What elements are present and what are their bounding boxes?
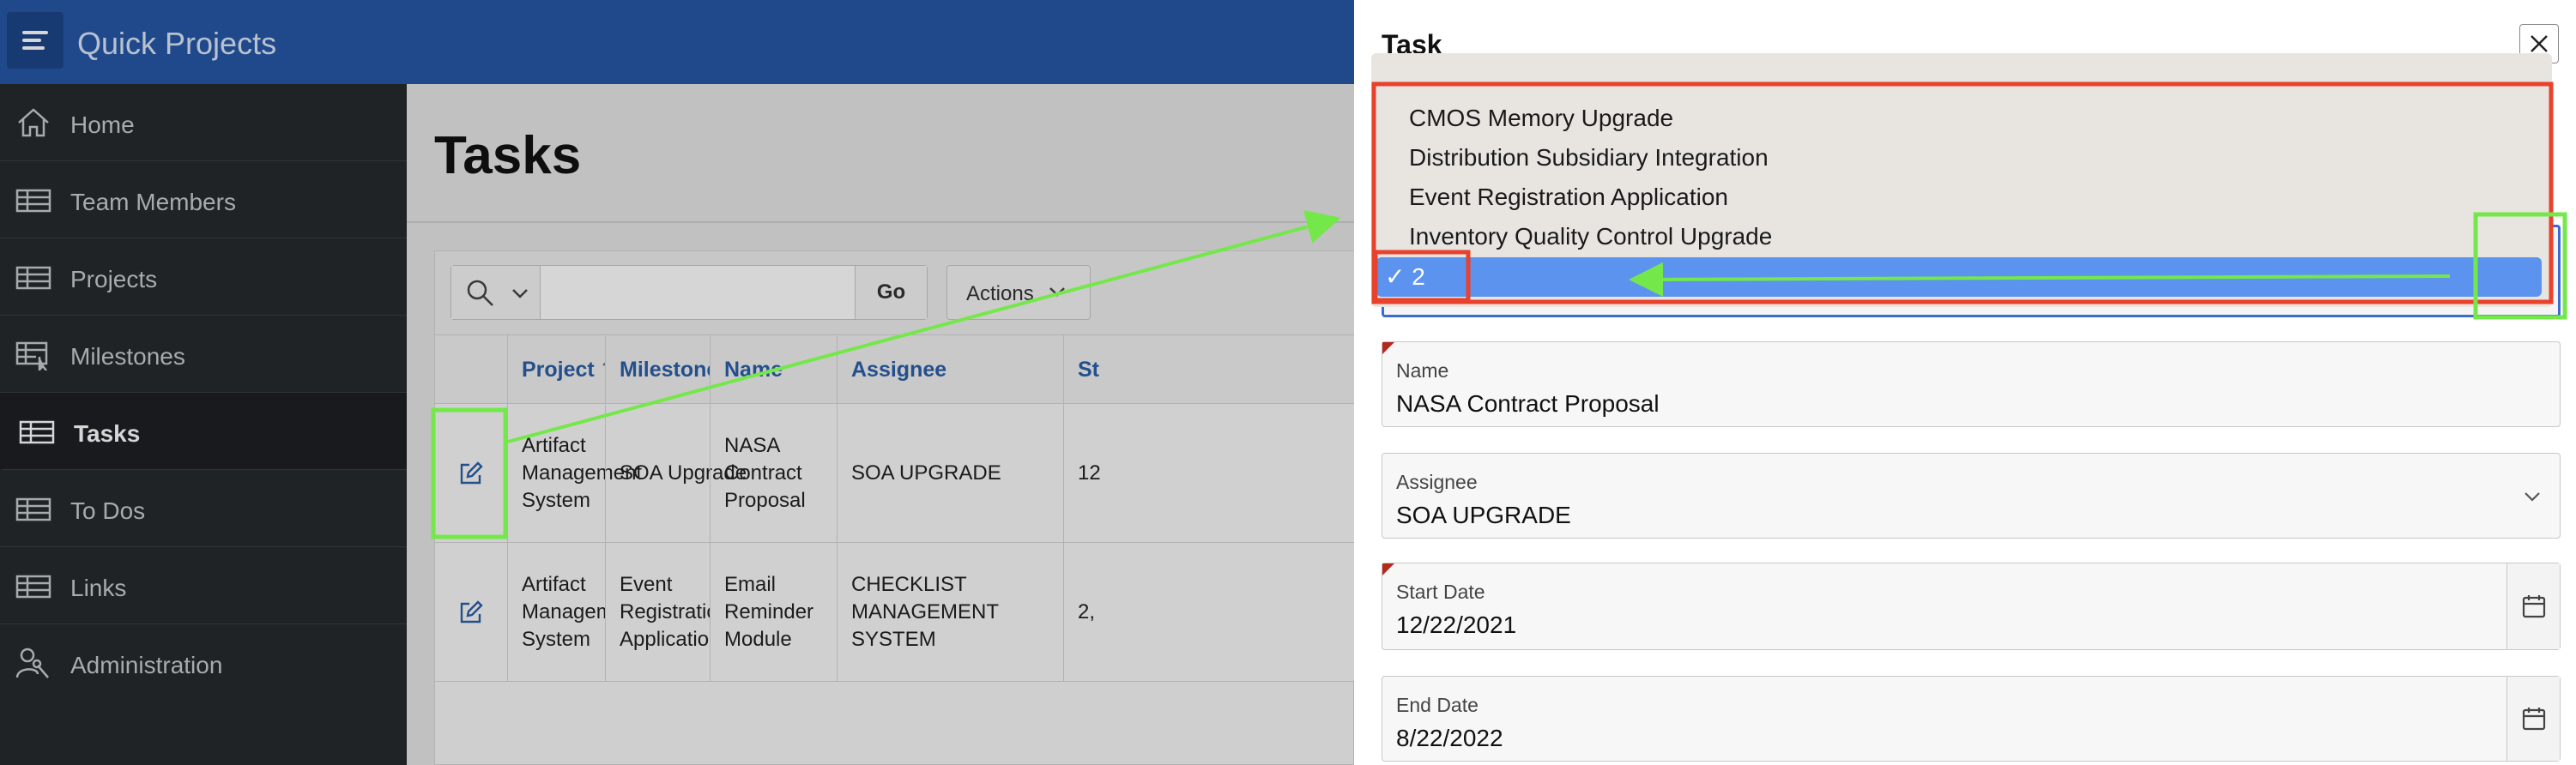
edit-row-button[interactable] [435,404,507,543]
hamburger-line [22,39,41,42]
column-header-milestone[interactable]: Milestone [605,335,710,404]
sidebar-item-team-members[interactable]: Team Members [0,161,407,238]
search-column-button[interactable] [451,266,541,319]
hamburger-line [22,46,45,50]
end-date-field[interactable]: End Date 8/22/2022 [1382,676,2561,762]
column-header-assignee[interactable]: Assignee [837,335,1063,404]
sidebar-item-milestones[interactable]: Milestones [0,316,407,393]
dropdown-option-selected[interactable] [1376,257,2542,297]
column-header-project[interactable]: Project [507,335,605,404]
page-title: Tasks [434,126,582,185]
column-header-name[interactable]: Name [710,335,837,404]
field-label: Assignee [1396,471,1478,493]
table-icon [15,266,51,290]
table-icon [15,575,51,599]
actions-menu-button[interactable]: Actions [946,265,1091,320]
top-bar: Quick Projects [0,0,1354,84]
actions-label: Actions [966,282,1034,305]
hamburger-line [22,31,48,34]
sidebar-item-administration[interactable]: Administration [0,624,407,702]
interactive-report: Go Actions Project Milestone Name Assign… [434,250,1355,765]
start-date-field[interactable]: Start Date 12/22/2021 [1382,563,2561,650]
main-content: Tasks Go Actions Project Milestone Name … [407,84,1355,765]
chevron-down-icon [2525,492,2540,502]
dropdown-selected-label: ✓ 2 [1385,262,1425,291]
dropdown-option[interactable]: CMOS Memory Upgrade [1409,105,1673,132]
date-picker-button[interactable] [2506,677,2560,761]
sidebar: Home Team Members Projects Milestones Ta… [0,84,407,765]
sidebar-item-label: Administration [70,652,223,678]
column-header-start[interactable]: St [1063,335,1355,404]
cell-name: Email Reminder Module [710,543,837,682]
required-indicator [1382,342,1394,354]
field-label: Name [1396,359,1449,382]
name-field[interactable]: Name NASA Contract Proposal [1382,341,2561,427]
admin-user-wrench-icon [15,648,49,678]
selected-value: 2 [1412,263,1425,290]
cell-start-date: 12 [1063,404,1355,543]
sidebar-item-projects[interactable]: Projects [0,238,407,316]
table-icon [15,497,51,521]
dropdown-option[interactable]: Distribution Subsidiary Integration [1409,144,1769,172]
close-icon [2531,35,2548,52]
field-value: NASA Contract Proposal [1396,390,1660,417]
cell-milestone: Event Registration Application [605,543,710,682]
sidebar-item-tasks[interactable]: Tasks [0,393,407,470]
report-toolbar: Go Actions [435,251,1355,335]
table-row: Artifact Management System Event Registr… [435,543,1355,682]
edit-icon [460,461,483,485]
edit-row-button[interactable] [435,543,507,682]
table-icon [15,189,51,213]
cell-start-date: 2, [1063,543,1355,682]
sidebar-item-label: Home [70,111,135,138]
app-title[interactable]: Quick Projects [77,26,276,62]
field-value: 12/22/2021 [1396,611,1517,638]
chevron-down-icon [1049,287,1065,297]
column-header-label: Project [522,358,595,382]
calendar-icon [2522,708,2545,731]
sidebar-item-label: Projects [70,266,158,292]
sidebar-item-label: Links [70,575,127,601]
chevron-down-icon [512,289,528,298]
dropdown-option[interactable]: Event Registration Application [1409,184,1728,211]
field-value: SOA UPGRADE [1396,502,1571,528]
sidebar-item-to-dos[interactable]: To Dos [0,470,407,547]
field-label: End Date [1396,694,1478,716]
required-indicator [1382,563,1394,575]
sidebar-item-label: Milestones [70,343,185,370]
assignee-select[interactable]: Assignee SOA UPGRADE [1382,453,2561,539]
home-icon [18,108,49,137]
date-picker-button[interactable] [2506,563,2560,649]
table-pointer-icon [15,341,48,370]
search-bar: Go [450,265,928,320]
calendar-icon [2522,595,2545,618]
search-icon [467,280,493,306]
sidebar-item-label: To Dos [70,497,146,524]
go-button[interactable]: Go [855,266,927,319]
sidebar-item-label: Tasks [74,420,141,447]
checkmark-icon: ✓ [1385,263,1406,290]
divider [407,221,1354,223]
field-label: Start Date [1396,581,1485,603]
cell-project: Artifact Management System [507,543,605,682]
edit-icon [460,600,483,623]
dropdown-option[interactable]: Inventory Quality Control Upgrade [1409,223,1772,250]
report-column-headers: Project Milestone Name Assignee St [435,335,1355,404]
search-input[interactable] [541,266,855,319]
cell-assignee: SOA UPGRADE [837,404,1063,543]
sidebar-item-links[interactable]: Links [0,547,407,624]
table-row: Artifact Management System SOA Upgrade N… [435,404,1355,543]
cell-assignee: CHECKLIST MANAGEMENT SYSTEM [837,543,1063,682]
menu-toggle-button[interactable] [7,12,63,69]
field-value: 8/22/2022 [1396,725,1503,751]
sidebar-item-home[interactable]: Home [0,84,407,161]
cell-name: NASA Contract Proposal [710,404,837,543]
sidebar-item-label: Team Members [70,189,236,215]
table-icon [19,420,55,444]
